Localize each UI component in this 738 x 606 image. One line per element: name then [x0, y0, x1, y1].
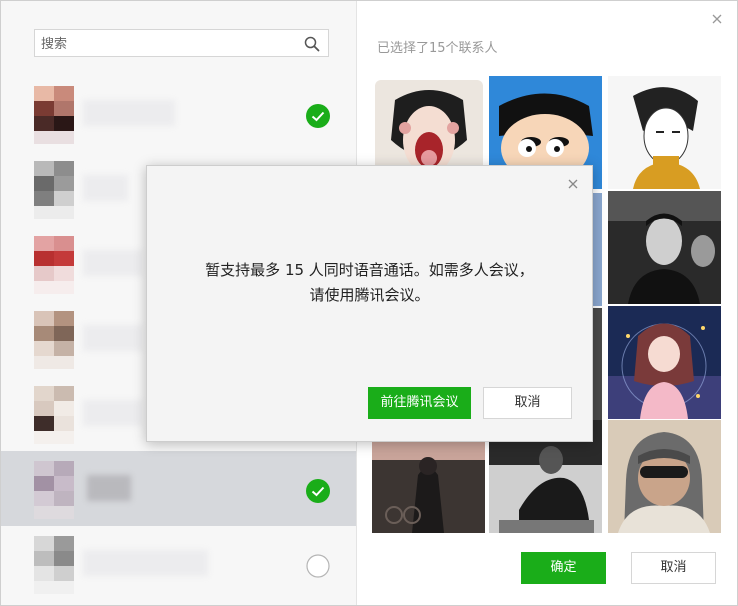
- selected-count-label: 已选择了15个联系人: [377, 41, 498, 56]
- contact-name-blurred: [83, 250, 143, 276]
- cancel-button[interactable]: 取消: [631, 552, 716, 584]
- contact-row[interactable]: [1, 451, 356, 526]
- contact-picker-window: 已选择了15个联系人: [0, 0, 738, 606]
- avatar: [34, 86, 74, 144]
- avatar: [34, 311, 74, 369]
- search-box[interactable]: [34, 29, 329, 58]
- empty-circle-icon[interactable]: [306, 554, 330, 578]
- close-icon[interactable]: [710, 11, 724, 25]
- dialog-message-line-2: 请使用腾讯会议。: [309, 286, 430, 304]
- avatar: [34, 536, 74, 594]
- contact-name-blurred: [83, 400, 143, 426]
- contact-name-blurred: [83, 325, 143, 351]
- avatar: [34, 161, 74, 219]
- search-input[interactable]: [39, 30, 298, 58]
- selected-avatar-6[interactable]: [608, 191, 721, 304]
- avatar: [34, 386, 74, 444]
- contact-name-blurred: [83, 175, 128, 201]
- selected-avatar-3[interactable]: [608, 76, 721, 189]
- contact-row[interactable]: [1, 76, 356, 151]
- avatar: [34, 236, 74, 294]
- dialog-message-line-1: 暂支持最多 15 人同时语音通话。如需多人会议，: [205, 261, 534, 279]
- confirm-button[interactable]: 确定: [521, 552, 606, 584]
- contact-name-blurred: [83, 100, 175, 126]
- selected-avatar-12[interactable]: [608, 420, 721, 533]
- check-circle-icon[interactable]: [306, 479, 330, 503]
- selected-avatar-9[interactable]: [608, 306, 721, 419]
- avatar: [34, 461, 74, 519]
- contact-row[interactable]: [1, 526, 356, 601]
- close-icon[interactable]: [567, 175, 579, 189]
- limit-warning-dialog: 暂支持最多 15 人同时语音通话。如需多人会议， 请使用腾讯会议。 前往腾讯会议…: [146, 165, 593, 442]
- contact-name-blurred: [83, 550, 208, 576]
- search-icon[interactable]: [304, 36, 320, 52]
- open-tencent-meeting-button[interactable]: 前往腾讯会议: [368, 387, 471, 419]
- check-circle-icon[interactable]: [306, 104, 330, 128]
- dialog-message: 暂支持最多 15 人同时语音通话。如需多人会议， 请使用腾讯会议。: [147, 258, 592, 308]
- contact-name-blurred: [87, 475, 131, 501]
- dialog-cancel-button[interactable]: 取消: [483, 387, 572, 419]
